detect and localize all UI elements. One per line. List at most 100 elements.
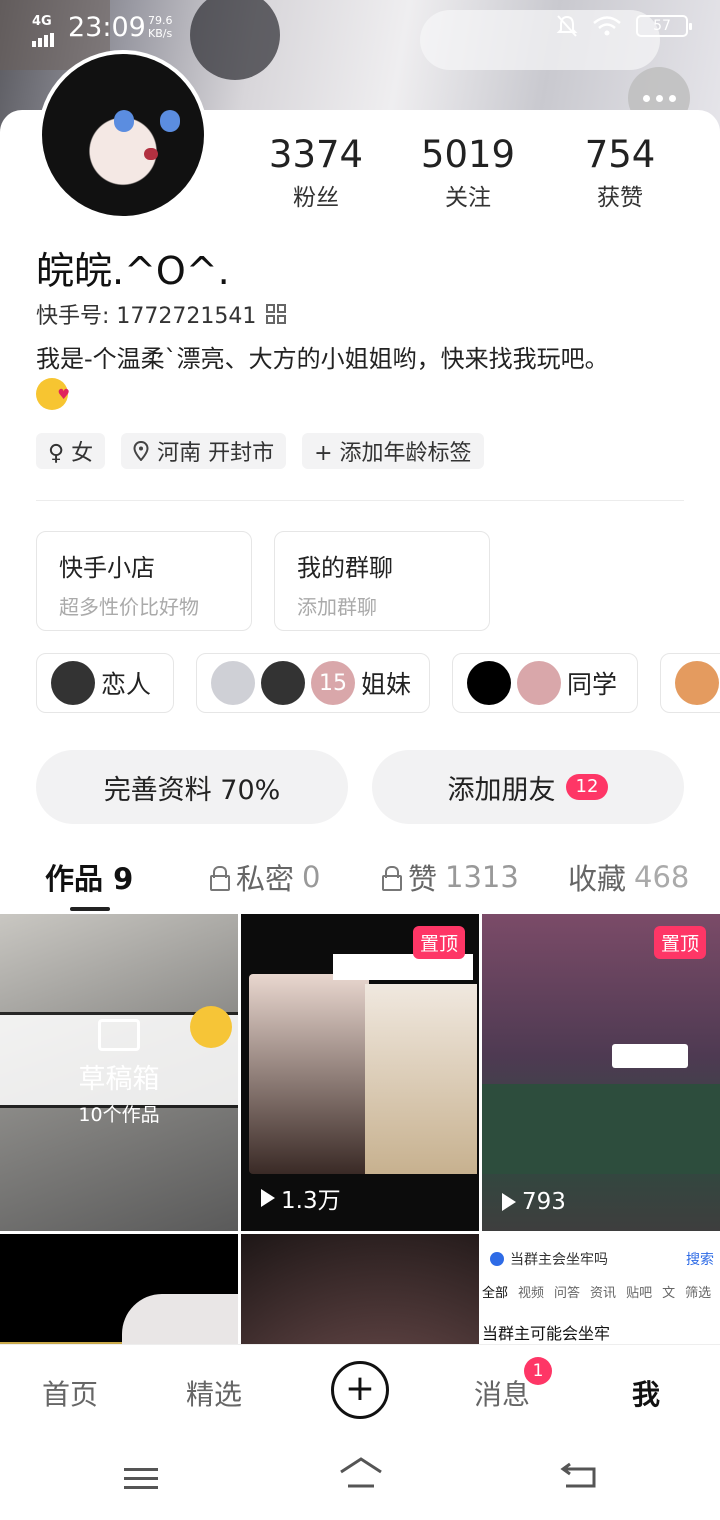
- bio-text: 我是-个温柔`漂亮、大方的小姐姐哟，快来找我玩吧。: [36, 345, 609, 373]
- relation-label: 恋人: [101, 670, 152, 699]
- kuaishou-id[interactable]: 快手号: 1772721541: [36, 298, 287, 330]
- bottom-nav: 首页 精选 + 消息 1 我: [0, 1344, 720, 1438]
- qr-code-icon[interactable]: [266, 304, 287, 324]
- video-cell[interactable]: 置顶 1.3万: [241, 914, 479, 1231]
- avatar: [517, 661, 561, 705]
- relation-more[interactable]: [660, 653, 720, 713]
- search-tab: 全部: [482, 1286, 509, 1301]
- group-chat-card[interactable]: 我的群聊 添加群聊: [274, 531, 490, 631]
- tab-liked-count: 1313: [445, 860, 519, 894]
- followers-label: 粉丝: [293, 185, 339, 211]
- profile-actions: 完善资料 70% 添加朋友 12: [36, 750, 684, 824]
- menu-icon[interactable]: [124, 1462, 158, 1495]
- search-tab: 贴吧: [626, 1286, 653, 1301]
- baidu-paw-icon: [490, 1252, 504, 1266]
- battery-indicator: 57: [636, 15, 692, 37]
- location-pin-icon: [133, 441, 149, 461]
- drafts-cell[interactable]: 草稿箱 10个作品: [0, 914, 238, 1231]
- avatar: [261, 661, 305, 705]
- wifi-icon: [593, 16, 621, 36]
- add-age-tag[interactable]: + 添加年龄标签: [302, 433, 484, 469]
- dot-icon: [642, 94, 650, 102]
- video-cell[interactable]: [241, 1234, 479, 1344]
- bio: 我是-个温柔`漂亮、大方的小姐姐哟，快来找我玩吧。: [36, 342, 686, 412]
- following-label: 关注: [445, 185, 491, 211]
- home-icon[interactable]: [338, 1456, 384, 1490]
- back-icon[interactable]: [560, 1460, 598, 1490]
- nav-messages[interactable]: 消息 1: [474, 1357, 553, 1413]
- tab-liked[interactable]: 赞 1313: [382, 856, 519, 898]
- video-cell[interactable]: 置顶 793: [482, 914, 720, 1231]
- tab-private[interactable]: 私密 0: [210, 856, 320, 898]
- messages-badge: 1: [524, 1357, 553, 1385]
- search-query: 当群主会坐牢吗: [510, 1252, 608, 1268]
- relation-sisters[interactable]: 15 姐妹: [196, 653, 430, 713]
- dot-icon: [655, 94, 663, 102]
- shop-subtitle: 超多性价比好物: [59, 595, 199, 619]
- tab-indicator: [70, 907, 110, 911]
- search-tab: 问答: [554, 1286, 581, 1301]
- nav-me[interactable]: 我: [632, 1373, 660, 1413]
- lock-icon: [210, 866, 230, 891]
- nickname: 皖皖.^O^.: [36, 249, 230, 293]
- search-tab: 文: [662, 1286, 676, 1301]
- kuaishou-id-text: 快手号: 1772721541: [36, 304, 257, 329]
- gender-tag[interactable]: ♀ 女: [36, 433, 106, 469]
- nav-featured[interactable]: 精选: [186, 1373, 242, 1413]
- play-icon: [261, 1189, 275, 1207]
- clock: 23:09: [68, 12, 146, 43]
- video-cell[interactable]: 当群主会坐牢吗 搜索 全部 视频 问答 资讯 贴吧 文 筛选 当群主可能会坐牢: [482, 1234, 720, 1344]
- play-count-text: 793: [522, 1189, 566, 1215]
- avatar: [51, 661, 95, 705]
- avatar: [467, 661, 511, 705]
- followers-stat[interactable]: 3374 粉丝: [240, 134, 392, 212]
- likes-label: 获赞: [597, 185, 643, 211]
- shop-title: 快手小店: [59, 554, 155, 582]
- drafts-overlay: 草稿箱 10个作品: [0, 914, 238, 1231]
- works-grid: 草稿箱 10个作品 置顶 1.3万 置顶 793 当群主会坐牢吗 搜索 全部 视…: [0, 914, 720, 1344]
- followers-count: 3374: [268, 133, 364, 176]
- relation-label: 姐妹: [361, 670, 412, 699]
- complete-profile-button[interactable]: 完善资料 70%: [36, 750, 348, 824]
- search-result: 当群主可能会坐牢: [482, 1324, 611, 1343]
- add-friends-button[interactable]: 添加朋友 12: [372, 750, 684, 824]
- video-cell[interactable]: [0, 1234, 238, 1344]
- relation-count: 15: [311, 661, 355, 705]
- tab-favorites-label: 收藏: [568, 862, 627, 896]
- profile-stats: 3374 粉丝 5019 关注 754 获赞: [240, 134, 700, 212]
- play-count-text: 1.3万: [281, 1188, 341, 1214]
- kuaishou-shop-card[interactable]: 快手小店 超多性价比好物: [36, 531, 252, 631]
- relationship-row: 恋人 15 姐妹 同学: [36, 653, 720, 713]
- nav-home[interactable]: 首页: [42, 1373, 98, 1413]
- tab-favorites[interactable]: 收藏 468: [568, 856, 689, 898]
- signal-icon: [32, 28, 56, 47]
- avatar[interactable]: [38, 50, 208, 220]
- tab-private-label: 私密: [236, 862, 295, 896]
- tab-works[interactable]: 作品 9: [45, 856, 133, 898]
- pinned-badge: 置顶: [412, 926, 465, 959]
- play-count: 793: [502, 1189, 566, 1215]
- relation-lover[interactable]: 恋人: [36, 653, 174, 713]
- nav-messages-label: 消息: [474, 1378, 531, 1411]
- tab-liked-label: 赞: [408, 862, 438, 896]
- create-button[interactable]: +: [331, 1361, 389, 1419]
- following-stat[interactable]: 5019 关注: [392, 134, 544, 212]
- tab-favorites-count: 468: [634, 860, 690, 894]
- mute-bell-icon: [556, 15, 578, 37]
- relation-label: 同学: [567, 670, 618, 699]
- group-subtitle: 添加群聊: [297, 595, 377, 619]
- play-icon: [502, 1193, 516, 1211]
- add-friends-label: 添加朋友: [447, 774, 556, 806]
- likes-stat[interactable]: 754 获赞: [544, 134, 696, 212]
- tab-private-count: 0: [302, 860, 321, 894]
- location-tag[interactable]: 河南 开封市: [121, 433, 287, 469]
- search-filter: 筛选: [685, 1286, 712, 1301]
- search-button: 搜索: [686, 1252, 714, 1268]
- relation-classmates[interactable]: 同学: [452, 653, 638, 713]
- search-tab: 视频: [518, 1286, 545, 1301]
- folder-icon: [98, 1018, 140, 1051]
- network-indicator: 4G: [32, 14, 52, 29]
- complete-profile-label: 完善资料 70%: [103, 774, 281, 806]
- drafts-count: 10个作品: [78, 1103, 160, 1126]
- divider: [36, 500, 684, 501]
